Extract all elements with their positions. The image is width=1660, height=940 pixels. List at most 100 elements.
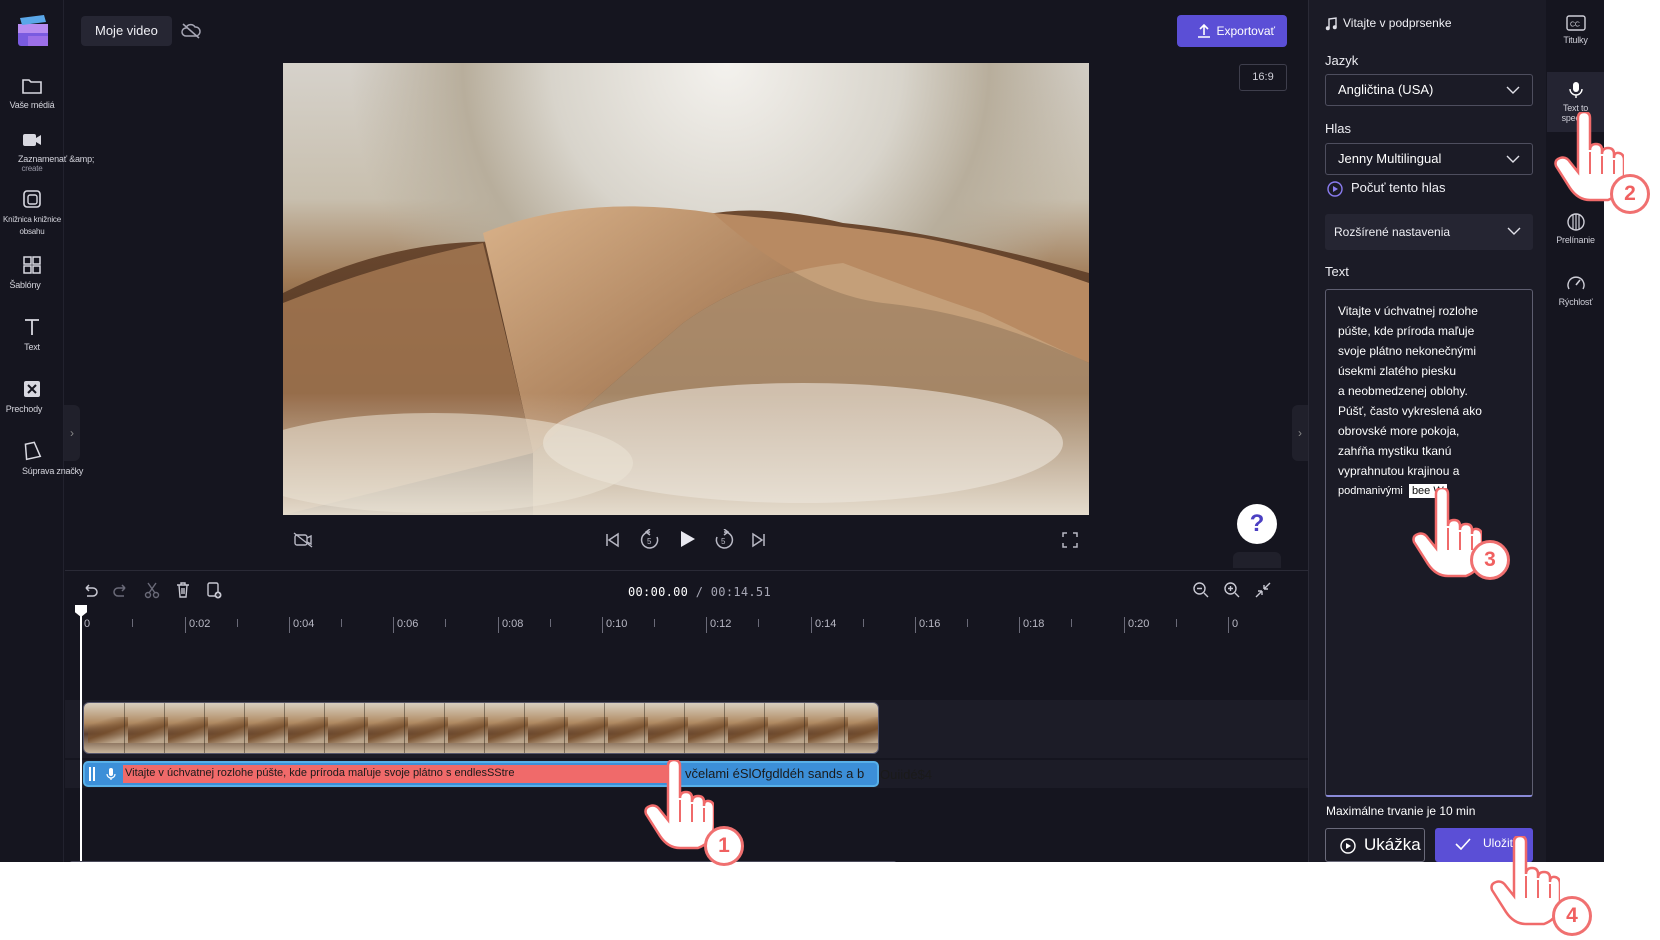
duplicate-icon[interactable] bbox=[205, 581, 223, 599]
app-logo-icon[interactable] bbox=[16, 14, 50, 48]
sidebar-item-content-library[interactable]: Knižnica knižnice obsahu bbox=[0, 188, 64, 238]
thumbnail-divider bbox=[524, 703, 525, 753]
skip-to-end-icon[interactable] bbox=[750, 531, 768, 549]
thumbnail-divider bbox=[644, 703, 645, 753]
play-icon[interactable] bbox=[677, 529, 697, 549]
tab-fade[interactable]: Prelínanie bbox=[1547, 212, 1604, 260]
chevron-down-icon bbox=[1506, 86, 1520, 94]
delete-icon[interactable] bbox=[174, 581, 192, 599]
tab-label: Titulky bbox=[1563, 35, 1588, 45]
voice-select[interactable]: Jenny Multilingual bbox=[1325, 143, 1533, 175]
clip-thumbnail bbox=[568, 717, 608, 743]
audio-clip-text-overflow: Ouiidé$4 bbox=[880, 767, 933, 782]
thumbnail-divider bbox=[444, 703, 445, 753]
text-line: a neobmedzenej oblohy. bbox=[1338, 384, 1468, 398]
redo-icon[interactable] bbox=[112, 581, 130, 599]
chevron-down-icon bbox=[1507, 227, 1521, 235]
video-preview[interactable] bbox=[283, 63, 1089, 515]
text-line: zahŕňa mystiku tkanú bbox=[1338, 444, 1452, 458]
clip-drag-handle[interactable] bbox=[89, 767, 95, 781]
thumbnail-divider bbox=[404, 703, 405, 753]
sidebar-item-label: Zaznamenať &amp; bbox=[18, 154, 95, 164]
clip-thumbnail bbox=[128, 717, 168, 743]
text-line: úsekmi zlatého piesku bbox=[1338, 364, 1457, 378]
microphone-icon bbox=[1568, 82, 1583, 98]
text-to-speech-audio-clip[interactable]: Vitajte v úchvatnej rozlohe púšte, kde p… bbox=[83, 761, 879, 787]
aspect-ratio-button[interactable]: 16:9 bbox=[1239, 64, 1287, 91]
desert-scene-image bbox=[283, 206, 1089, 515]
forward-5-icon[interactable]: 5 bbox=[714, 529, 734, 551]
sidebar-item-transitions[interactable]: Prechody bbox=[0, 378, 64, 414]
project-title[interactable]: Moje video bbox=[81, 16, 172, 46]
thumbnail-divider bbox=[364, 703, 365, 753]
language-label: Jazyk bbox=[1325, 53, 1359, 68]
skip-to-start-icon[interactable] bbox=[603, 531, 621, 549]
language-value: Angličtina (USA) bbox=[1338, 82, 1434, 97]
text-line: obrovské more pokoja, bbox=[1338, 424, 1460, 438]
music-note-icon bbox=[1325, 17, 1337, 31]
panel-title: Vitajte v podprsenke bbox=[1325, 16, 1452, 31]
sidebar-item-your-media[interactable]: Vaše médiá bbox=[0, 76, 64, 110]
text-line-last-text: podmanivými bbox=[1338, 485, 1403, 497]
playhead[interactable] bbox=[80, 608, 82, 862]
captions-icon: CC bbox=[1565, 15, 1586, 31]
export-button[interactable]: Exportovať bbox=[1177, 15, 1287, 47]
tick-label: 0:18 bbox=[1019, 617, 1044, 633]
text-icon bbox=[25, 319, 39, 335]
tick-mark bbox=[550, 619, 551, 627]
tab-speed[interactable]: Rýchlosť bbox=[1547, 274, 1604, 322]
tick-mark bbox=[132, 619, 133, 627]
undo-icon[interactable] bbox=[81, 581, 99, 599]
sidebar-item-record-create[interactable]: Zaznamenať &amp; create bbox=[0, 130, 94, 173]
timeline-scrollbar[interactable] bbox=[70, 861, 896, 862]
clip-thumbnail bbox=[728, 717, 768, 743]
tab-label: Rýchlosť bbox=[1558, 297, 1593, 307]
text-line: Púšť, často vykreslená ako bbox=[1338, 404, 1482, 418]
timeline-ruler[interactable]: 0 0:02 0:04 0:06 0:08 0:10 0:12 0:14 0:1… bbox=[80, 609, 1308, 633]
camera-off-icon[interactable] bbox=[293, 532, 313, 548]
thumbnail-divider bbox=[204, 703, 205, 753]
listen-voice-link[interactable]: Počuť tento hlas bbox=[1327, 180, 1446, 197]
clip-thumbnail bbox=[408, 717, 448, 743]
thumbnail-divider bbox=[764, 703, 765, 753]
text-line: vyprahnutou krajinou a bbox=[1338, 464, 1460, 478]
microphone-icon bbox=[106, 768, 116, 780]
sidebar-item-label: Súprava značky bbox=[22, 466, 84, 476]
sidebar-item-text[interactable]: Text bbox=[0, 316, 64, 352]
brand-kit-icon bbox=[24, 441, 42, 461]
tick-label: 0:14 bbox=[811, 617, 836, 633]
thumbnail-divider bbox=[724, 703, 725, 753]
transitions-icon bbox=[24, 381, 40, 397]
sidebar-item-sublabel: create bbox=[21, 164, 43, 173]
video-clip[interactable] bbox=[83, 702, 879, 754]
tick-label: 0:20 bbox=[1124, 617, 1149, 633]
left-sidebar: Vaše médiá Zaznamenať &amp; create Knižn… bbox=[0, 0, 94, 862]
collapse-preview-tab[interactable] bbox=[1233, 552, 1281, 568]
sidebar-item-label: Prechody bbox=[5, 404, 43, 414]
preview-button[interactable]: Ukážka bbox=[1325, 828, 1425, 862]
sidebar-item-templates[interactable]: Šablóny bbox=[0, 254, 64, 290]
sidebar-item-label: Vaše médiá bbox=[9, 100, 55, 110]
tab-captions[interactable]: CC Titulky bbox=[1547, 14, 1604, 70]
fit-timeline-icon[interactable] bbox=[1254, 581, 1272, 599]
advanced-settings-dropdown[interactable]: Rozšírené nastavenia bbox=[1325, 214, 1533, 250]
rewind-5-icon[interactable]: 5 bbox=[640, 529, 660, 551]
templates-icon bbox=[23, 256, 41, 274]
sidebar-item-brand-kit[interactable]: Súprava značky bbox=[0, 440, 83, 476]
tick-mark bbox=[1176, 619, 1177, 627]
clip-thumbnail bbox=[688, 717, 728, 743]
svg-text:CC: CC bbox=[1570, 22, 1580, 29]
expand-sidebar-handle[interactable]: › bbox=[64, 405, 80, 461]
folder-icon bbox=[22, 79, 42, 94]
scissors-icon[interactable] bbox=[143, 581, 161, 599]
cloud-off-icon[interactable] bbox=[181, 22, 201, 40]
expand-panel-handle[interactable]: › bbox=[1292, 405, 1308, 461]
thumbnail-divider bbox=[324, 703, 325, 753]
fullscreen-icon[interactable] bbox=[1061, 531, 1079, 549]
clip-thumbnail bbox=[328, 717, 368, 743]
language-select[interactable]: Angličtina (USA) bbox=[1325, 74, 1533, 106]
text-line: púšte, kde príroda maľuje bbox=[1338, 324, 1475, 338]
zoom-in-icon[interactable] bbox=[1223, 581, 1241, 599]
zoom-out-icon[interactable] bbox=[1192, 581, 1210, 599]
help-button[interactable]: ? bbox=[1237, 504, 1277, 544]
